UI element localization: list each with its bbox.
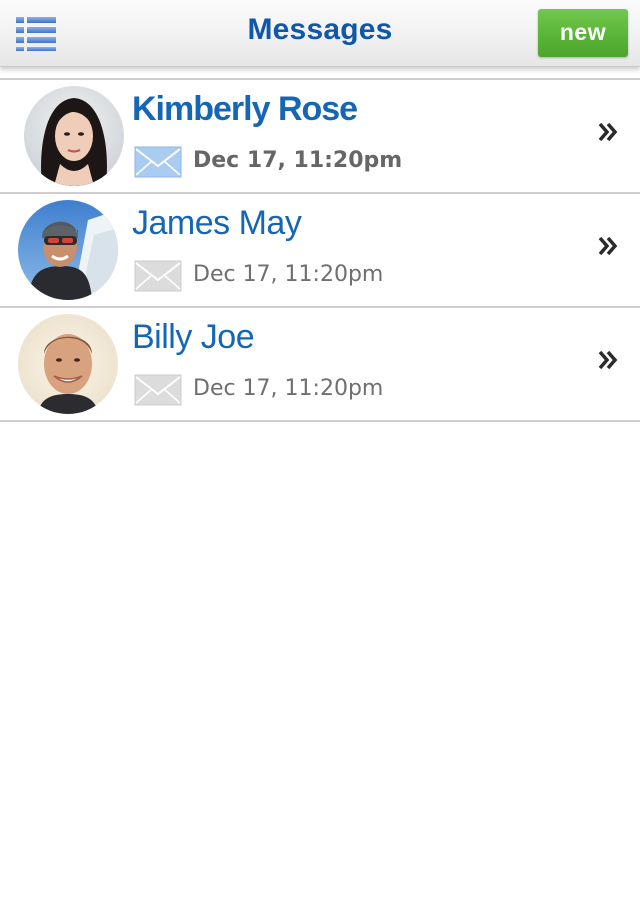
avatar [24, 86, 124, 186]
chevron-right-icon [598, 348, 618, 372]
avatar [18, 200, 118, 300]
chevron-right-icon [598, 120, 618, 144]
read-envelope-icon [134, 260, 182, 292]
message-list: Kimberly Rose Dec 17, 11:20pm James May … [0, 78, 640, 422]
unread-envelope-icon [134, 146, 182, 178]
navigation-bar: Messages new [0, 0, 640, 67]
new-message-button[interactable]: new [538, 9, 628, 57]
message-row-billy-joe[interactable]: Billy Joe Dec 17, 11:20pm [0, 308, 640, 422]
message-date: Dec 17, 11:20pm [193, 148, 403, 173]
sender-name: Billy Joe [132, 318, 255, 356]
avatar [18, 314, 118, 414]
sender-name: Kimberly Rose [132, 90, 358, 128]
message-date: Dec 17, 11:20pm [193, 376, 384, 401]
message-row-james-may[interactable]: James May Dec 17, 11:20pm [0, 194, 640, 308]
read-envelope-icon [134, 374, 182, 406]
chevron-right-icon [598, 234, 618, 258]
message-date: Dec 17, 11:20pm [193, 262, 384, 287]
message-row-kimberly-rose[interactable]: Kimberly Rose Dec 17, 11:20pm [0, 80, 640, 194]
sender-name: James May [132, 204, 302, 242]
